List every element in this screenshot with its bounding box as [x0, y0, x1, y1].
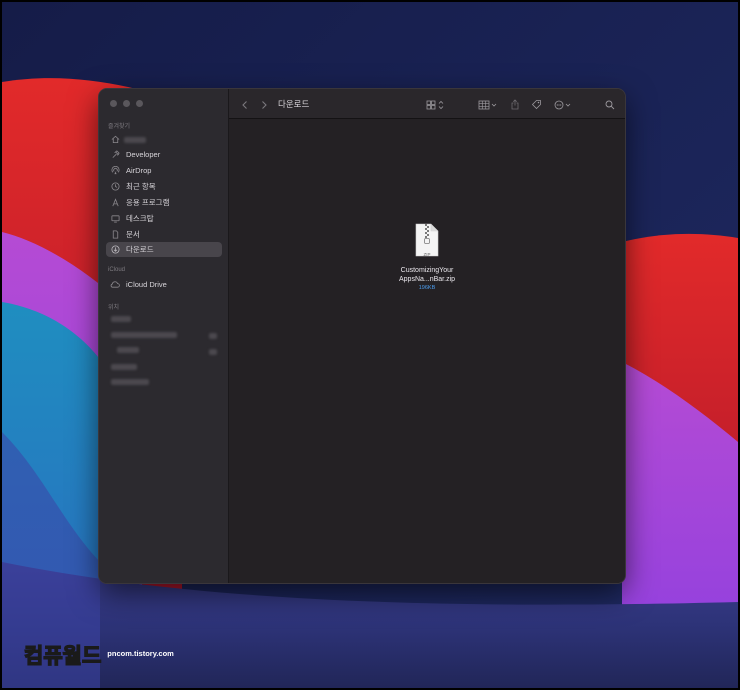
- chevron-left-icon: [241, 95, 249, 114]
- home-icon: [110, 135, 120, 145]
- more-options-icon: [554, 95, 574, 114]
- share-icon: [510, 95, 520, 114]
- sidebar-item-label: 문서: [126, 230, 140, 239]
- clock-icon: [110, 182, 120, 192]
- file-name-line2: AppsNa...nBar.zip: [398, 276, 456, 283]
- more-button[interactable]: [553, 97, 575, 111]
- tag-icon: [531, 95, 542, 114]
- sidebar-item-documents[interactable]: 문서: [106, 227, 222, 242]
- chevron-right-icon: [260, 95, 268, 114]
- hammer-icon: [110, 150, 120, 160]
- back-button[interactable]: [239, 97, 251, 111]
- finder-window: 즐겨찾기 Developer AirDrop 최근 항목 응용 프로그램 데스크…: [99, 89, 625, 583]
- file-name-line1: CustomizingYour: [400, 267, 454, 274]
- redacted-location-item: [117, 347, 139, 353]
- view-options-button[interactable]: [425, 97, 447, 111]
- zoom-button[interactable]: [136, 100, 143, 107]
- icloud-header: iCloud: [108, 267, 126, 273]
- sidebar-item-icloud-drive[interactable]: iCloud Drive: [106, 277, 222, 292]
- eject-icon[interactable]: [209, 333, 217, 339]
- airdrop-icon: [110, 166, 120, 176]
- sidebar-item-label: 다운로드: [126, 245, 154, 254]
- sidebar-item-label: Developer: [126, 150, 161, 159]
- sidebar-item-label: AirDrop: [126, 166, 152, 175]
- close-button[interactable]: [110, 100, 117, 107]
- sidebar-item-developer[interactable]: Developer: [106, 147, 222, 162]
- forward-button[interactable]: [258, 97, 270, 111]
- watermark-logo-part2: 월드: [62, 643, 102, 668]
- file-browser-area[interactable]: ZIP CustomizingYour AppsNa...nBar.zip 19…: [229, 119, 625, 583]
- redacted-location-item: [111, 316, 131, 322]
- redacted-username: [124, 137, 146, 143]
- group-button[interactable]: [477, 97, 499, 111]
- download-icon: [110, 245, 120, 255]
- favorites-header: 즐겨찾기: [108, 124, 131, 130]
- share-button[interactable]: [508, 97, 522, 111]
- sidebar-item-airdrop[interactable]: AirDrop: [106, 163, 222, 178]
- applications-icon: [110, 198, 120, 208]
- search-button[interactable]: [603, 97, 617, 111]
- group-grid-icon: [478, 95, 498, 114]
- sidebar-item-downloads[interactable]: 다운로드: [106, 242, 222, 257]
- watermark-url: pncom.tistory.com: [107, 648, 174, 658]
- sidebar-item-user[interactable]: [106, 132, 222, 147]
- sidebar-item-recents[interactable]: 최근 항목: [106, 179, 222, 194]
- eject-icon[interactable]: [209, 349, 217, 355]
- desktop-icon: [110, 214, 120, 224]
- minimize-button[interactable]: [123, 100, 130, 107]
- watermark: 컴퓨월드 pncom.tistory.com: [23, 640, 174, 670]
- sidebar-item-label: iCloud Drive: [126, 280, 167, 289]
- sidebar-item-label: 데스크탑: [126, 214, 154, 223]
- sidebar-item-desktop[interactable]: 데스크탑: [106, 211, 222, 226]
- file-size: 196KB: [418, 285, 436, 291]
- zip-type-label: ZIP: [423, 252, 431, 257]
- search-icon: [605, 95, 615, 114]
- sidebar-item-label: 최근 항목: [126, 182, 156, 191]
- view-icons-icon: [426, 95, 446, 114]
- watermark-logo-part1: 컴퓨: [23, 643, 63, 668]
- file-item[interactable]: ZIP CustomizingYour AppsNa...nBar.zip 19…: [377, 223, 477, 291]
- window-title: 다운로드: [278, 99, 310, 109]
- tag-button[interactable]: [529, 97, 543, 111]
- watermark-logo: 컴퓨월드: [23, 640, 102, 670]
- cloud-icon: [110, 280, 120, 290]
- traffic-lights: [110, 100, 143, 107]
- locations-header: 위치: [108, 305, 120, 311]
- document-icon: [110, 230, 120, 240]
- toolbar: 다운로드: [229, 89, 625, 119]
- sidebar-item-label: 응용 프로그램: [126, 198, 170, 207]
- redacted-location-item: [111, 379, 149, 385]
- sidebar: 즐겨찾기 Developer AirDrop 최근 항목 응용 프로그램 데스크…: [99, 89, 229, 583]
- sidebar-item-applications[interactable]: 응용 프로그램: [106, 195, 222, 210]
- redacted-location-item: [111, 364, 137, 370]
- redacted-location-item: [111, 332, 177, 338]
